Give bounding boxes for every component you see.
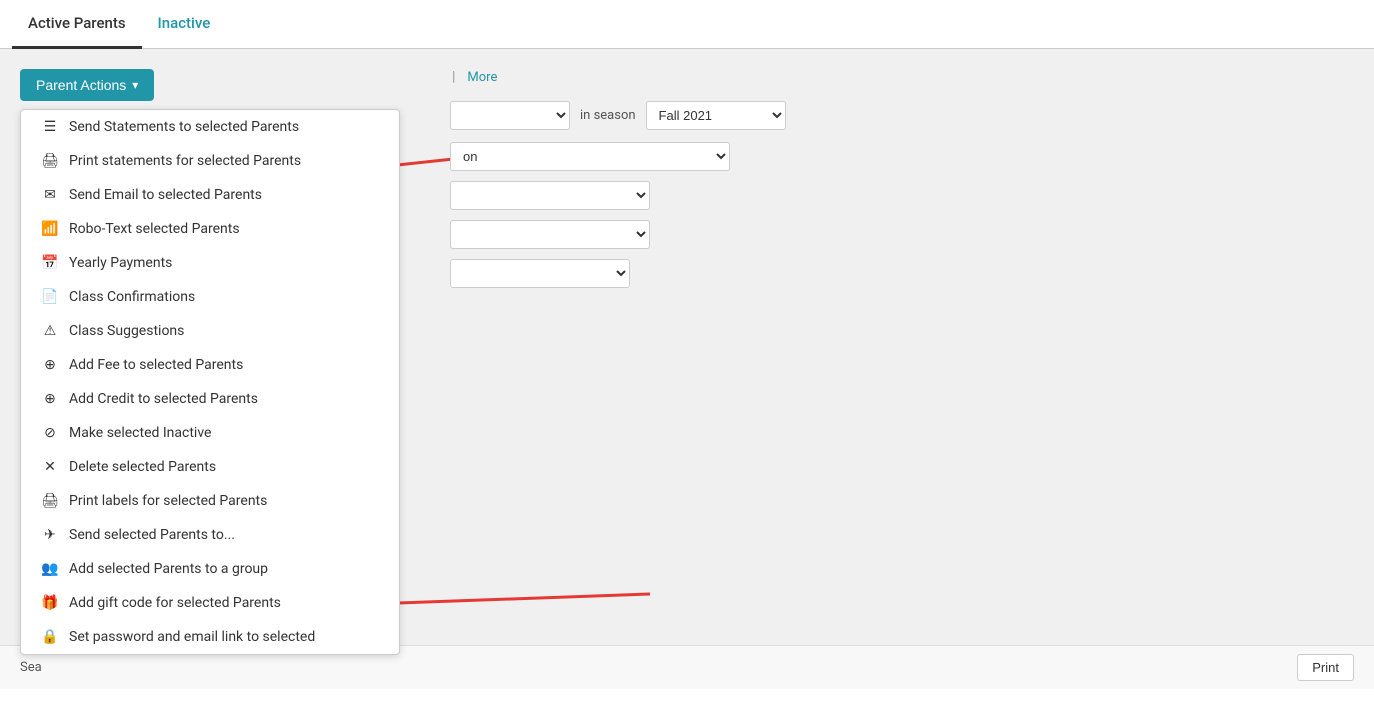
add-gift-code-icon: 🎁: [41, 595, 59, 611]
add-to-group-icon: 👥: [41, 561, 59, 577]
filter-row-2: on: [450, 142, 1354, 171]
make-inactive-icon: ⊘: [41, 425, 59, 441]
season-filter-row: in season Fall 2021 Spring 2022 Summer 2…: [450, 101, 1354, 130]
robo-text-icon: 📶: [41, 221, 59, 237]
dropdown-label-robo-text: Robo-Text selected Parents: [69, 221, 240, 237]
dropdown-label-set-password: Set password and email link to selected: [69, 629, 315, 645]
pipe-separator: |: [452, 69, 455, 85]
dropdown-item-class-confirmations[interactable]: 📄 Class Confirmations: [21, 280, 399, 314]
class-confirmations-icon: 📄: [41, 289, 59, 305]
filter-row-3: [450, 181, 1354, 210]
dropdown-item-set-password[interactable]: 🔒 Set password and email link to selecte…: [21, 620, 399, 654]
yearly-payments-icon: 📅: [41, 255, 59, 271]
dropdown-item-yearly-payments[interactable]: 📅 Yearly Payments: [21, 246, 399, 280]
dropdown-item-delete-parents[interactable]: ✕ Delete selected Parents: [21, 450, 399, 484]
dropdown-label-send-statements: Send Statements to selected Parents: [69, 119, 299, 135]
filter-row-4: [450, 220, 1354, 249]
dropdown-label-class-suggestions: Class Suggestions: [69, 323, 184, 339]
dropdown-item-class-suggestions[interactable]: ⚠ Class Suggestions: [21, 314, 399, 348]
dropdown-label-yearly-payments: Yearly Payments: [69, 255, 172, 271]
add-fee-icon: ⊕: [41, 357, 59, 373]
more-link[interactable]: More: [467, 70, 497, 85]
filter-more-row: | More: [450, 69, 1354, 85]
season-label: in season: [580, 108, 636, 123]
parent-actions-label: Parent Actions: [36, 77, 126, 93]
print-statements-icon: 🖨: [41, 153, 59, 169]
dropdown-item-add-to-group[interactable]: 👥 Add selected Parents to a group: [21, 552, 399, 586]
dropdown-label-send-email: Send Email to selected Parents: [69, 187, 262, 203]
dropdown-item-add-gift-code[interactable]: 🎁 Add gift code for selected Parents: [21, 586, 399, 620]
tab-active-parents[interactable]: Active Parents: [12, 0, 142, 49]
search-label: Sea: [20, 660, 42, 675]
dropdown-item-make-inactive[interactable]: ⊘ Make selected Inactive: [21, 416, 399, 450]
dropdown-label-add-to-group: Add selected Parents to a group: [69, 561, 268, 577]
dropdown-label-print-labels: Print labels for selected Parents: [69, 493, 267, 509]
dropdown-item-add-fee[interactable]: ⊕ Add Fee to selected Parents: [21, 348, 399, 382]
dropdown-item-send-to[interactable]: ✈ Send selected Parents to...: [21, 518, 399, 552]
dropdown-item-send-email[interactable]: ✉ Send Email to selected Parents: [21, 178, 399, 212]
dropdown-label-class-confirmations: Class Confirmations: [69, 289, 195, 305]
dropdown-label-add-gift-code: Add gift code for selected Parents: [69, 595, 281, 611]
parent-actions-dropdown: ☰ Send Statements to selected Parents 🖨 …: [20, 109, 400, 655]
set-password-icon: 🔒: [41, 629, 59, 645]
send-to-icon: ✈: [41, 527, 59, 543]
tab-inactive[interactable]: Inactive: [142, 0, 227, 49]
parent-actions-button[interactable]: Parent Actions ▾: [20, 69, 154, 101]
dropdown-label-add-credit: Add Credit to selected Parents: [69, 391, 258, 407]
add-credit-icon: ⊕: [41, 391, 59, 407]
filter-select-5[interactable]: [450, 259, 630, 288]
dropdown-label-print-statements: Print statements for selected Parents: [69, 153, 301, 169]
filter-area: | More in season Fall 2021 Spring 2022 S…: [450, 69, 1354, 298]
dropdown-label-delete-parents: Delete selected Parents: [69, 459, 216, 475]
filter-select-3[interactable]: [450, 181, 650, 210]
dropdown-label-make-inactive: Make selected Inactive: [69, 425, 211, 441]
filter-select-2[interactable]: on: [450, 142, 730, 171]
delete-parents-icon: ✕: [41, 459, 59, 475]
send-email-icon: ✉: [41, 187, 59, 203]
print-labels-icon: 🖨: [41, 493, 59, 509]
dropdown-item-send-statements[interactable]: ☰ Send Statements to selected Parents: [21, 110, 399, 144]
class-suggestions-icon: ⚠: [41, 323, 59, 339]
main-content: Parent Actions ▾ ☰ Send Statements to se…: [0, 49, 1374, 689]
filter-row-5: [450, 259, 1354, 288]
season-select[interactable]: Fall 2021 Spring 2022 Summer 2022: [646, 101, 786, 130]
tab-bar: Active Parents Inactive: [0, 0, 1374, 49]
dropdown-item-robo-text[interactable]: 📶 Robo-Text selected Parents: [21, 212, 399, 246]
dropdown-item-print-statements[interactable]: 🖨 Print statements for selected Parents: [21, 144, 399, 178]
dropdown-item-print-labels[interactable]: 🖨 Print labels for selected Parents: [21, 484, 399, 518]
class-select[interactable]: [450, 101, 570, 130]
dropdown-label-send-to: Send selected Parents to...: [69, 527, 235, 543]
dropdown-label-add-fee: Add Fee to selected Parents: [69, 357, 243, 373]
dropdown-arrow-icon: ▾: [132, 78, 138, 92]
filter-select-4[interactable]: [450, 220, 650, 249]
send-statements-icon: ☰: [41, 119, 59, 135]
print-button[interactable]: Print: [1297, 654, 1354, 681]
dropdown-item-add-credit[interactable]: ⊕ Add Credit to selected Parents: [21, 382, 399, 416]
